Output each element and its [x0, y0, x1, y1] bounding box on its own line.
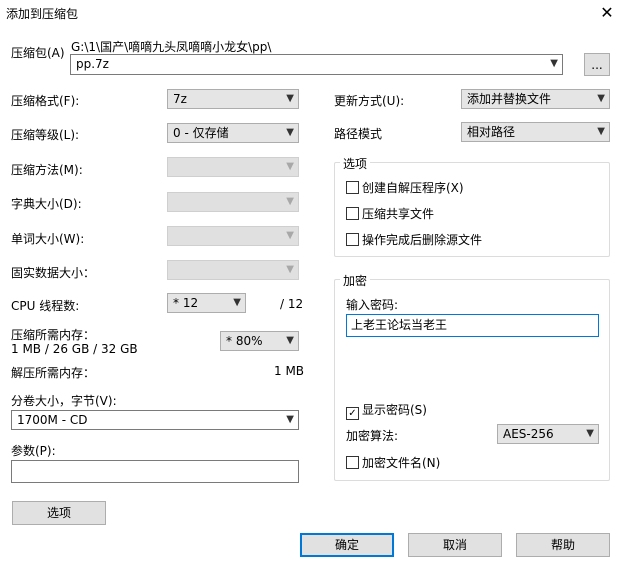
- volume-value: 1700M - CD: [17, 413, 88, 427]
- option-delete-source[interactable]: 操作完成后删除源文件: [346, 231, 482, 248]
- mem-compress-label: 压缩所需内存：: [11, 328, 96, 342]
- word-label: 单词大小(W):: [11, 232, 85, 246]
- dict-select: ▼: [167, 192, 299, 212]
- chevron-down-icon: ▼: [286, 127, 294, 138]
- title-bar: [0, 0, 623, 26]
- level-select[interactable]: 0 - 仅存储 ▼: [167, 123, 299, 143]
- window-title: 添加到压缩包: [6, 7, 79, 21]
- chevron-down-icon: ▼: [586, 428, 594, 439]
- chevron-down-icon: ▼: [286, 335, 294, 346]
- params-label: 参数(P):: [11, 444, 56, 458]
- checkbox[interactable]: [346, 456, 359, 469]
- dict-label: 字典大小(D):: [11, 197, 82, 211]
- threads-max: / 12: [280, 297, 304, 311]
- option-delete-source-label: 操作完成后删除源文件: [362, 233, 483, 247]
- password-label: 输入密码:: [346, 298, 399, 312]
- options-group-title: 选项: [340, 155, 371, 172]
- password-input[interactable]: 上老王论坛当老王: [346, 314, 599, 337]
- chevron-down-icon: ▼: [286, 196, 294, 207]
- show-password[interactable]: ✓ 显示密码(S): [346, 401, 427, 420]
- pathmode-select[interactable]: 相对路径 ▼: [461, 122, 610, 142]
- level-value: 0 - 仅存储: [173, 126, 229, 140]
- update-label: 更新方式(U):: [334, 94, 405, 108]
- mem-decompress-value: 1 MB: [274, 364, 305, 378]
- show-password-label: 显示密码(S): [362, 403, 427, 417]
- option-sfx[interactable]: 创建自解压程序(X): [346, 179, 464, 196]
- threads-label: CPU 线程数:: [11, 299, 80, 313]
- option-sfx-label: 创建自解压程序(X): [362, 181, 464, 195]
- checkbox[interactable]: [346, 207, 359, 220]
- volume-label: 分卷大小，字节(V):: [11, 394, 117, 408]
- chevron-down-icon: ▼: [233, 297, 241, 308]
- chevron-down-icon: ▼: [597, 126, 605, 137]
- checkbox[interactable]: [346, 233, 359, 246]
- archive-label: 压缩包(A): [11, 46, 65, 60]
- options-button[interactable]: 选项: [12, 501, 106, 525]
- method-select: ▼: [167, 157, 299, 177]
- option-shared[interactable]: 压缩共享文件: [346, 205, 434, 222]
- archive-filename-combo[interactable]: pp.7z ▼: [70, 54, 563, 75]
- ok-button[interactable]: 确定: [300, 533, 394, 557]
- format-value: 7z: [173, 92, 187, 106]
- chevron-down-icon: ▼: [286, 93, 294, 104]
- pathmode-value: 相对路径: [467, 125, 516, 139]
- format-label: 压缩格式(F):: [11, 94, 80, 108]
- encrypt-filenames-label: 加密文件名(N): [362, 456, 441, 470]
- volume-combo[interactable]: 1700M - CD ▼: [11, 410, 299, 430]
- chevron-down-icon: ▼: [286, 230, 294, 241]
- mem-compress-select[interactable]: * 80% ▼: [220, 331, 299, 351]
- encrypt-filenames[interactable]: 加密文件名(N): [346, 454, 440, 471]
- update-value: 添加并替换文件: [467, 92, 552, 106]
- chevron-down-icon: ▼: [550, 58, 558, 69]
- chevron-down-icon: ▼: [286, 414, 294, 425]
- solid-label: 固实数据大小：: [11, 266, 96, 280]
- help-button[interactable]: 帮助: [516, 533, 610, 557]
- encryption-method-label: 加密算法:: [346, 429, 399, 443]
- mem-compress-value: * 80%: [226, 334, 263, 348]
- encryption-method-select[interactable]: AES-256 ▼: [497, 424, 599, 444]
- format-select[interactable]: 7z ▼: [167, 89, 299, 109]
- encryption-method-value: AES-256: [503, 427, 554, 441]
- mem-compress-detail: 1 MB / 26 GB / 32 GB: [11, 342, 138, 356]
- params-input[interactable]: [11, 460, 299, 483]
- chevron-down-icon: ▼: [597, 93, 605, 104]
- chevron-down-icon: ▼: [286, 161, 294, 172]
- check-icon[interactable]: ✓: [346, 407, 359, 420]
- archive-filename-value: pp.7z: [76, 57, 109, 71]
- option-shared-label: 压缩共享文件: [362, 207, 435, 221]
- chevron-down-icon: ▼: [286, 264, 294, 275]
- threads-select[interactable]: * 12 ▼: [167, 293, 246, 313]
- browse-button[interactable]: ...: [584, 53, 610, 76]
- checkbox[interactable]: [346, 181, 359, 194]
- solid-select: ▼: [167, 260, 299, 280]
- word-select: ▼: [167, 226, 299, 246]
- pathmode-label: 路径模式: [334, 127, 383, 141]
- threads-value: * 12: [173, 296, 199, 310]
- method-label: 压缩方法(M):: [11, 163, 83, 177]
- update-select[interactable]: 添加并替换文件 ▼: [461, 89, 610, 109]
- mem-decompress-label: 解压所需内存：: [11, 366, 96, 380]
- archive-path: G:\1\国产\嘀嘀九头凤嘀嘀小龙女\pp\: [71, 40, 272, 54]
- encryption-group-title: 加密: [340, 272, 371, 289]
- cancel-button[interactable]: 取消: [408, 533, 502, 557]
- level-label: 压缩等级(L):: [11, 128, 80, 142]
- close-icon[interactable]: ✕: [596, 2, 618, 24]
